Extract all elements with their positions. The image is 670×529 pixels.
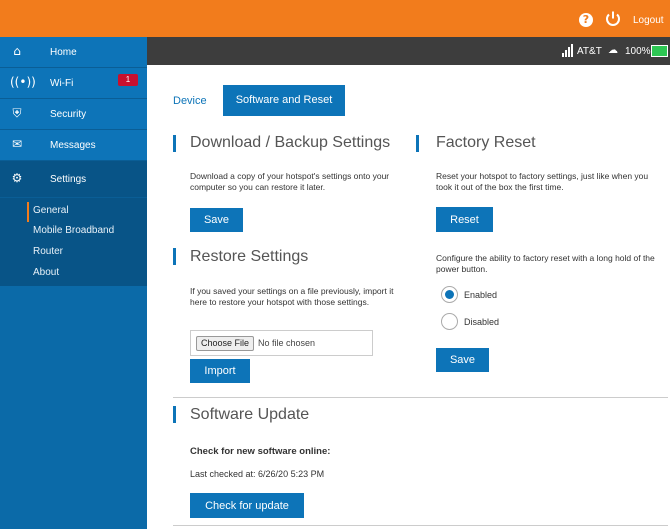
sidebar: ⌂ Home ((•)) Wi-Fi 1 ⛨ Security ✉ Messag…: [0, 37, 147, 529]
restore-title: Restore Settings: [190, 248, 309, 265]
reset-button[interactable]: Reset: [436, 207, 493, 232]
last-checked: Last checked at: 6/26/20 5:23 PM: [190, 469, 325, 479]
sidebar-item-label: Settings: [50, 174, 87, 185]
enabled-radio[interactable]: [441, 286, 458, 303]
divider: [173, 397, 668, 398]
battery-icon: [651, 45, 668, 57]
roaming-icon: ☁: [608, 45, 618, 56]
power-icon[interactable]: [604, 10, 622, 28]
settings-submenu: General Mobile Broadband Router About: [0, 198, 147, 286]
submenu-general[interactable]: General: [33, 205, 69, 216]
section-accent: [416, 135, 419, 152]
file-status: No file chosen: [258, 338, 316, 348]
sidebar-item-label: Security: [50, 109, 87, 120]
sidebar-item-label: Wi-Fi: [50, 78, 74, 89]
envelope-icon: ✉: [11, 137, 23, 151]
sidebar-item-messages[interactable]: ✉ Messages: [0, 130, 147, 161]
active-indicator: [27, 202, 29, 222]
top-bar: ? Logout: [0, 0, 670, 37]
reset-title: Factory Reset: [436, 134, 536, 151]
sidebar-item-wifi[interactable]: ((•)) Wi-Fi 1: [0, 68, 147, 99]
submenu-router[interactable]: Router: [33, 246, 63, 257]
check-update-button[interactable]: Check for update: [190, 493, 304, 518]
update-title: Software Update: [190, 406, 310, 423]
disabled-radio[interactable]: [441, 313, 458, 330]
import-button[interactable]: Import: [190, 359, 250, 383]
section-accent: [173, 406, 176, 423]
section-accent: [173, 135, 176, 152]
reset-configure-text: Configure the ability to factory reset w…: [436, 253, 655, 274]
reset-save-button[interactable]: Save: [436, 348, 489, 372]
logout-link[interactable]: Logout: [633, 15, 664, 26]
submenu-mobile-broadband[interactable]: Mobile Broadband: [33, 225, 114, 236]
submenu-about[interactable]: About: [33, 267, 59, 278]
help-icon[interactable]: ?: [579, 13, 593, 27]
battery-percent: 100%: [625, 46, 651, 57]
gear-icon: ⚙: [11, 171, 23, 185]
tab-software-and-reset[interactable]: Software and Reset: [223, 85, 345, 116]
sidebar-item-label: Home: [50, 47, 77, 58]
sidebar-item-label: Messages: [50, 140, 96, 151]
enabled-label: Enabled: [464, 290, 498, 300]
disabled-label: Disabled: [464, 317, 500, 327]
restore-description: If you saved your settings on a file pre…: [190, 286, 394, 307]
status-bar: AT&T ☁ 100%: [147, 37, 670, 65]
sidebar-item-home[interactable]: ⌂ Home: [0, 37, 147, 68]
reset-description: Reset your hotspot to factory settings, …: [436, 171, 649, 192]
backup-save-button[interactable]: Save: [190, 208, 243, 232]
wifi-badge: 1: [118, 74, 138, 86]
signal-icon: [562, 44, 573, 57]
sidebar-item-settings[interactable]: ⚙ Settings: [0, 161, 147, 198]
section-accent: [173, 248, 176, 265]
sidebar-item-security[interactable]: ⛨ Security: [0, 99, 147, 130]
backup-title: Download / Backup Settings: [190, 134, 391, 151]
shield-icon: ⛨: [12, 106, 22, 120]
tab-device[interactable]: Device: [173, 95, 207, 107]
choose-file-button[interactable]: Choose File: [196, 336, 255, 351]
home-icon: ⌂: [13, 44, 21, 58]
wifi-icon: ((•)): [10, 75, 36, 89]
divider: [173, 525, 668, 526]
backup-description: Download a copy of your hotspot's settin…: [190, 171, 390, 192]
update-check-heading: Check for new software online:: [190, 446, 331, 457]
file-input[interactable]: Choose File No file chosen: [190, 330, 373, 356]
carrier-label: AT&T: [577, 46, 602, 57]
